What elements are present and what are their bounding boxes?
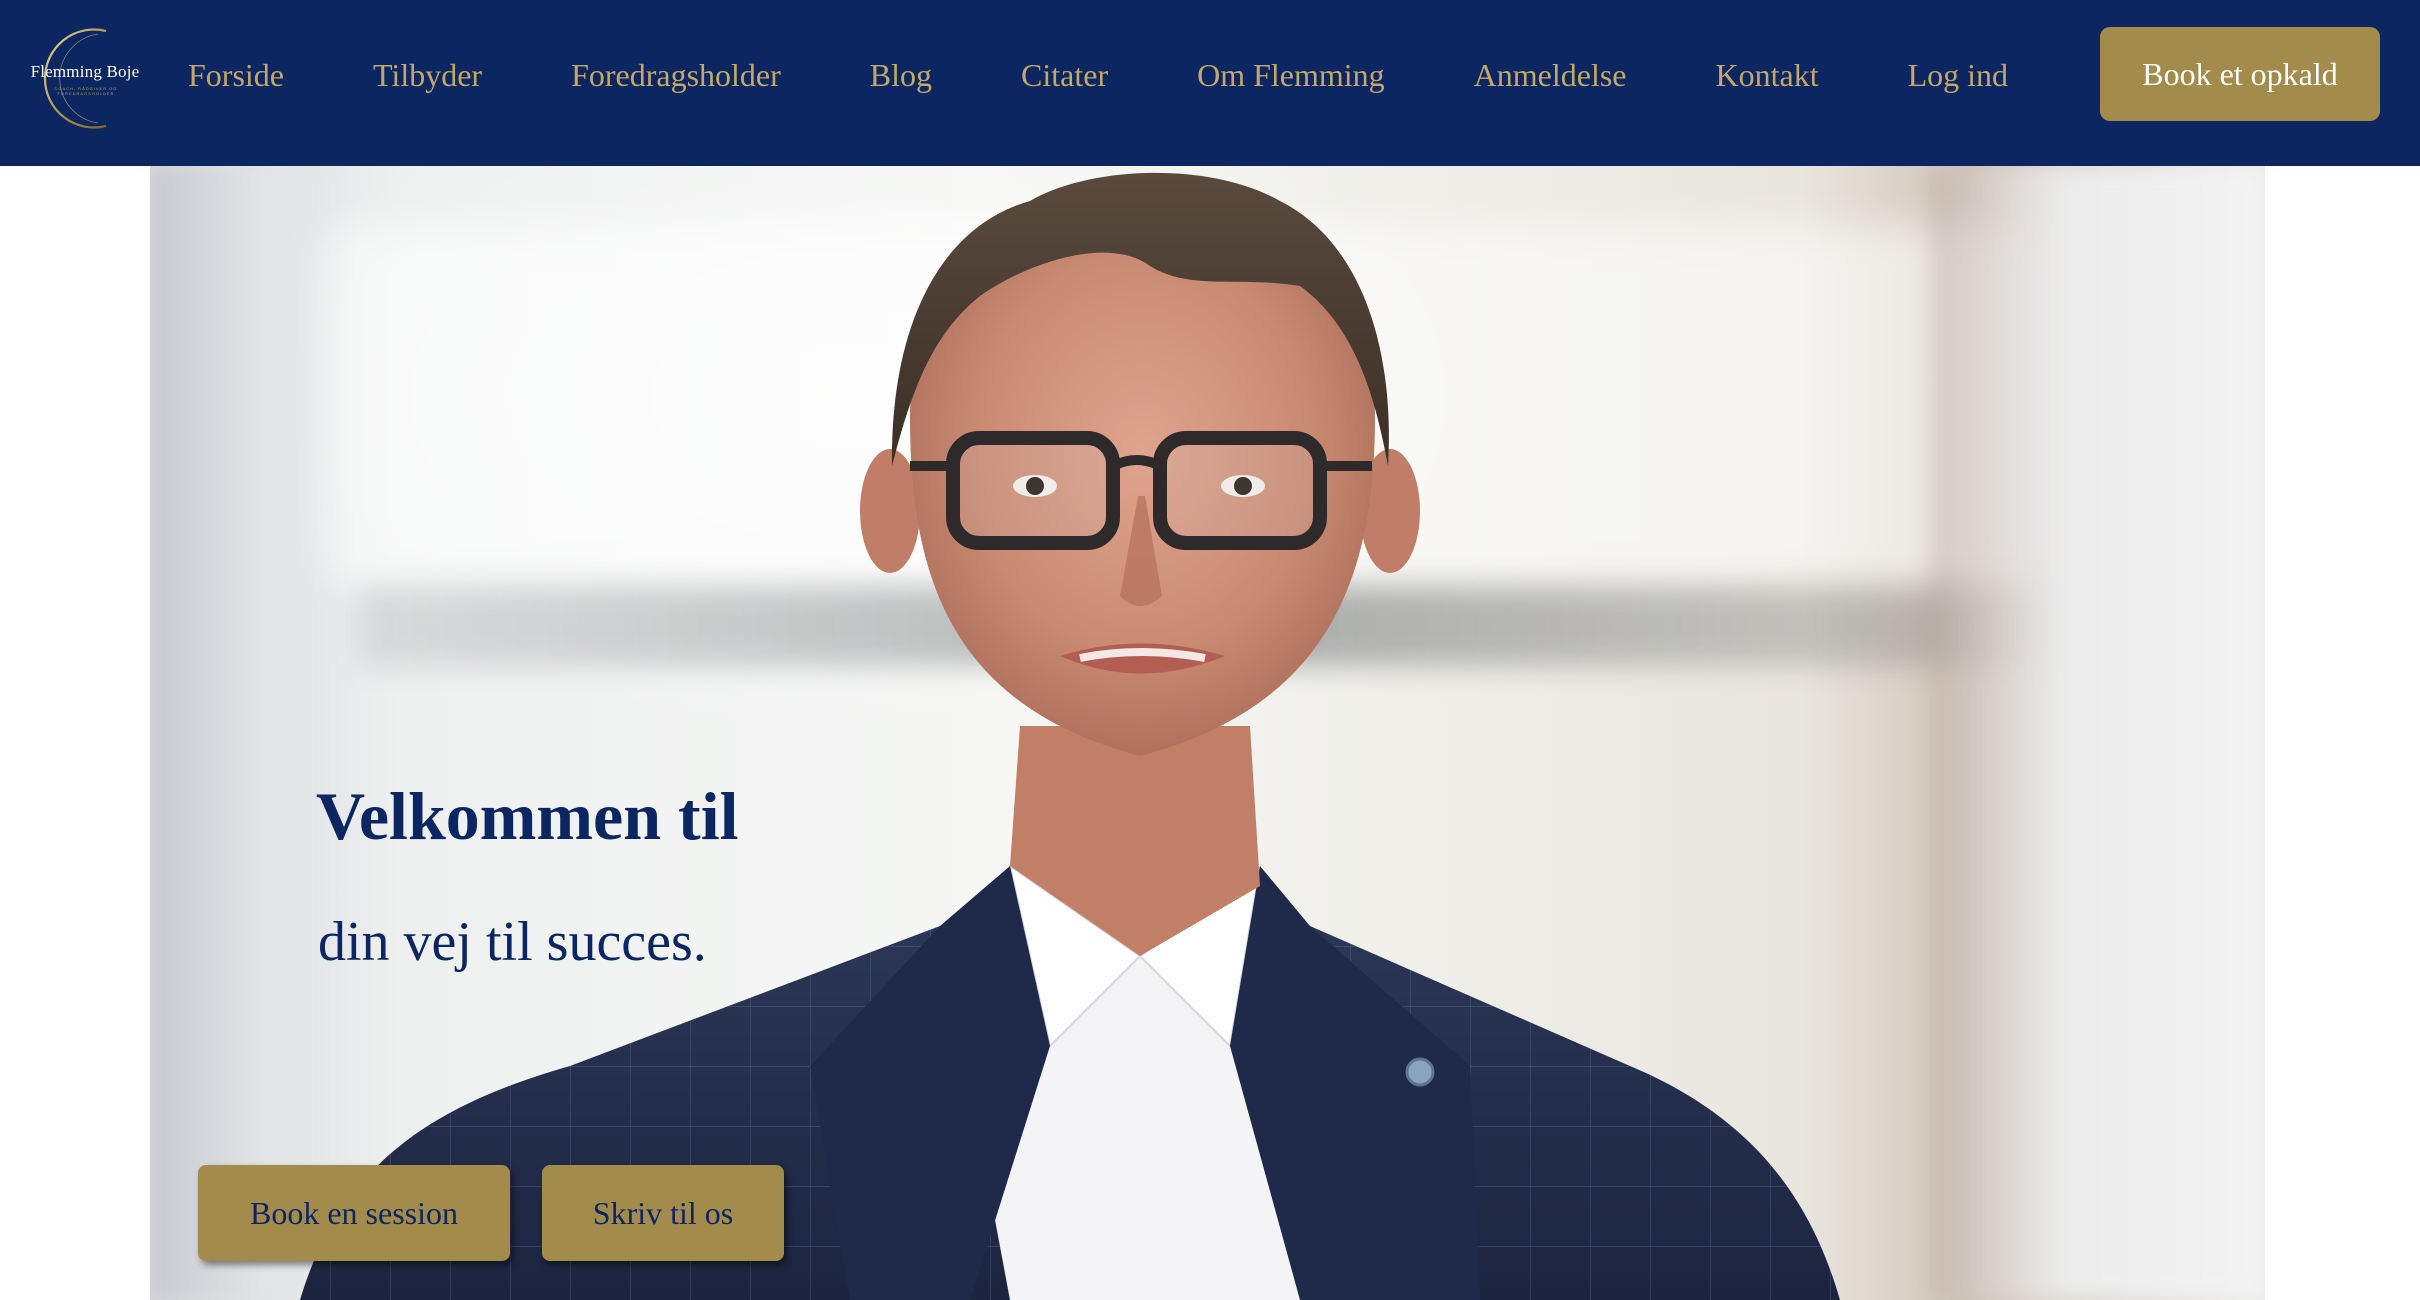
nav-forside[interactable]: Forside [188,57,284,94]
book-session-button[interactable]: Book en session [198,1165,510,1261]
main-nav: Forside Tilbyder Foredragsholder Blog Ci… [188,0,2008,150]
hero-section: Velkommen til din vej til succes. [150,166,2265,1300]
nav-blog[interactable]: Blog [870,57,932,94]
hero-portrait-image [300,172,1840,1300]
logo-tagline: COACH, RÅDGIVER OG FOREDRAGSHOLDER [54,86,118,96]
hero-subtitle: din vej til succes. [318,911,707,973]
nav-tilbyder[interactable]: Tilbyder [373,57,482,94]
nav-log-ind[interactable]: Log ind [1908,57,2008,94]
nav-om-flemming[interactable]: Om Flemming [1197,57,1385,94]
nav-citater[interactable]: Citater [1021,57,1108,94]
nav-foredragsholder[interactable]: Foredragsholder [571,57,781,94]
book-call-button[interactable]: Book et opkald [2100,27,2380,121]
logo-name: Flemming Boje [30,62,140,81]
nav-anmeldelse[interactable]: Anmeldelse [1474,57,1627,94]
site-logo[interactable]: Flemming Boje COACH, RÅDGIVER OG FOREDRA… [14,26,150,132]
hero-title: Velkommen til [316,778,739,854]
top-navbar: Flemming Boje COACH, RÅDGIVER OG FOREDRA… [0,0,2420,166]
nav-kontakt[interactable]: Kontakt [1716,57,1819,94]
write-to-us-button[interactable]: Skriv til os [542,1165,784,1261]
